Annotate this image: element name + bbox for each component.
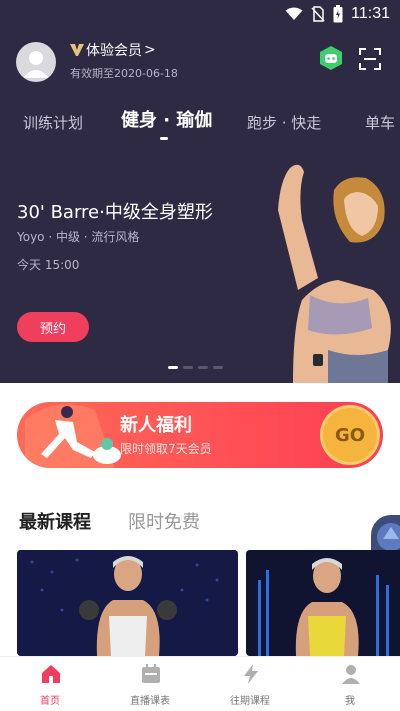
category-tabs: 训练计划 健身 · 瑜伽 跑步 · 快走 单车 xyxy=(0,108,400,148)
avatar-icon xyxy=(23,51,49,78)
battery-icon xyxy=(333,5,343,23)
tab-cycling[interactable]: 单车 xyxy=(365,112,395,133)
carousel-dot xyxy=(183,366,193,369)
header-hero: 11:31 体验会员 > 有效期至2020-06-18 训练计划 健身 · 瑜伽… xyxy=(0,0,400,383)
vip-v-icon xyxy=(70,44,84,56)
member-label: 体验会员 xyxy=(86,43,142,59)
nav-past-courses-label: 往期课程 xyxy=(230,696,270,707)
book-button[interactable]: 预约 xyxy=(17,312,89,342)
nav-past-courses[interactable]: 往期课程 xyxy=(210,657,290,711)
status-time: 11:31 xyxy=(351,5,390,22)
app-screen: 11:31 体验会员 > 有效期至2020-06-18 训练计划 健身 · 瑜伽… xyxy=(0,0,400,711)
nav-me-label: 我 xyxy=(345,696,355,707)
course-card[interactable] xyxy=(246,550,400,656)
expire-text: 有效期至2020-06-18 xyxy=(70,67,178,80)
nav-live-schedule-label: 直播课表 xyxy=(130,696,170,707)
tab-active-indicator xyxy=(160,137,168,140)
no-sim-icon xyxy=(311,6,325,22)
wifi-icon xyxy=(285,7,303,20)
promo-illustration xyxy=(25,404,121,468)
nav-live-schedule[interactable]: 直播课表 xyxy=(110,657,190,711)
scan-icon[interactable] xyxy=(359,48,381,70)
nav-me[interactable]: 我 xyxy=(310,657,390,711)
home-icon xyxy=(42,665,60,683)
member-link[interactable]: 体验会员 > xyxy=(70,40,156,60)
carousel-dots xyxy=(168,366,223,369)
lightning-icon xyxy=(244,664,258,684)
featured-course-title[interactable]: 30' Barre·中级全身塑形 xyxy=(17,198,213,224)
featured-course-time: 今天 15:00 xyxy=(17,258,80,272)
tab-fitness-yoga[interactable]: 健身 · 瑜伽 xyxy=(121,106,212,132)
nav-home-label: 首页 xyxy=(40,696,60,707)
nav-home[interactable]: 首页 xyxy=(10,657,90,711)
featured-course-meta: Yoyo · 中级 · 流行风格 xyxy=(17,230,140,244)
instructor-photo xyxy=(278,164,391,383)
tab-running[interactable]: 跑步 · 快走 xyxy=(247,112,321,133)
bottom-nav: 首页 直播课表 往期课程 我 xyxy=(0,656,400,711)
tab-latest-courses[interactable]: 最新课程 xyxy=(19,508,91,534)
carousel-dot xyxy=(198,366,208,369)
calendar-icon xyxy=(142,664,160,683)
course-card-image xyxy=(246,550,400,656)
course-card-image xyxy=(17,550,238,656)
promo-title: 新人福利 xyxy=(120,415,192,436)
carousel-dot xyxy=(213,366,223,369)
new-user-promo-banner[interactable]: 新人福利 限时领取7天会员 GO xyxy=(17,402,383,468)
person-icon xyxy=(342,665,360,684)
promo-subtitle: 限时领取7天会员 xyxy=(120,442,212,456)
tab-limited-free[interactable]: 限时免费 xyxy=(128,508,200,534)
tab-training-plan[interactable]: 训练计划 xyxy=(23,112,83,133)
member-arrow: > xyxy=(144,42,156,58)
course-card[interactable] xyxy=(17,550,238,656)
game-icon[interactable] xyxy=(318,45,344,71)
avatar[interactable] xyxy=(16,42,56,82)
go-button[interactable]: GO xyxy=(320,405,380,465)
carousel-dot xyxy=(168,366,178,369)
status-bar: 11:31 xyxy=(0,0,400,30)
